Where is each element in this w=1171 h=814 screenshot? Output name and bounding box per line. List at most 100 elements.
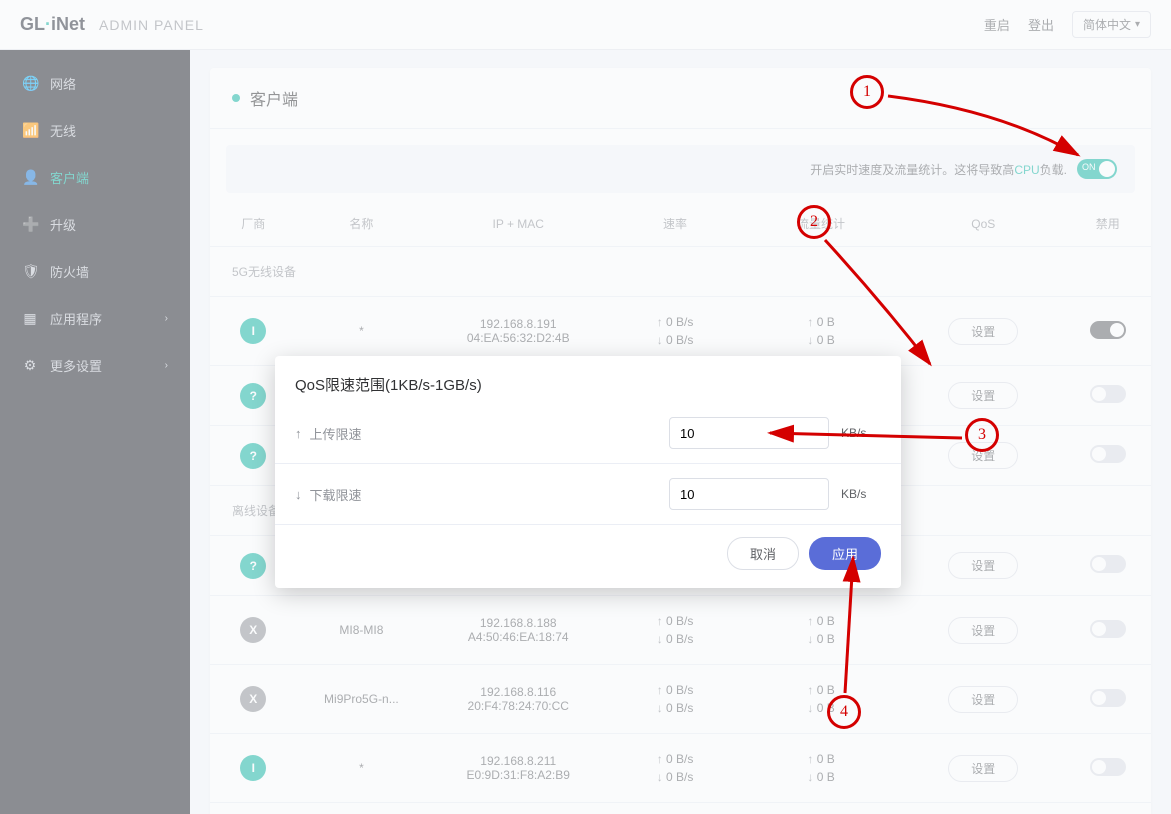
panel-label: ADMIN PANEL [99,17,204,33]
toggle-knob-icon [1092,691,1106,705]
qos-set-button[interactable]: 设置 [948,617,1018,644]
table-row: I*192.168.8.211E0:9D:31:F8:A2:B90 B/s0 B… [210,734,1151,803]
table-row: XMI8-MI8192.168.8.188A4:50:46:EA:18:740 … [210,596,1151,665]
toggle-knob-icon [1092,557,1106,571]
sidebar-item-label: 客户端 [50,168,89,187]
col-qos: QoS [902,201,1064,247]
disable-cell [1064,366,1151,426]
sidebar-item-apps[interactable]: ▦ 应用程序 › [0,295,190,342]
qos-set-button[interactable]: 设置 [948,318,1018,345]
vendor-badge: ? [240,383,266,409]
modal-footer: 取消 应用 [275,525,901,588]
sidebar-item-settings[interactable]: ⚙ 更多设置 › [0,342,190,389]
page-title: 客户端 [250,86,298,110]
user-icon: 👤 [22,169,38,186]
toggle-knob-icon [1092,387,1106,401]
vendor-badge: I [240,318,266,344]
disable-toggle[interactable] [1090,620,1126,638]
chevron-down-icon: ▾ [1135,19,1140,30]
toggle-on-label: ON [1082,162,1096,172]
gear-icon: ⚙ [22,357,38,374]
sidebar-item-label: 升级 [50,215,76,234]
col-name: 名称 [297,201,427,247]
qos-cell: 设置 [902,596,1064,665]
annotation-2: 2 [797,205,831,239]
sidebar-item-network[interactable]: 🌐 网络 [0,60,190,107]
sidebar-item-upgrade[interactable]: ➕ 升级 [0,201,190,248]
shield-icon: 🛡 [22,263,38,280]
download-label: 下载限速 [310,485,362,504]
chevron-right-icon: › [165,313,168,324]
qos-set-button[interactable]: 设置 [948,552,1018,579]
toggle-knob-icon [1099,161,1115,177]
modal-row-download: ↓ 下载限速 KB/s [275,464,901,525]
realtime-toggle[interactable]: ON [1077,159,1117,179]
brand-suffix: iNet [51,14,85,34]
stats-text: 开启实时速度及流量统计。这将导致高CPU负载. [810,161,1067,178]
ip-mac: 192.168.8.211E0:9D:31:F8:A2:B9 [426,734,610,803]
qos-modal: QoS限速范围(1KB/s-1GB/s) ↑ 上传限速 KB/s ↓ 下载限速 … [275,356,901,588]
qos-set-button[interactable]: 设置 [948,755,1018,782]
modal-title: QoS限速范围(1KB/s-1GB/s) [275,356,901,403]
qos-set-button[interactable]: 设置 [948,686,1018,713]
upload-limit-input[interactable] [669,417,829,449]
vendor-badge: ? [240,443,266,469]
reboot-link[interactable]: 重启 [984,15,1010,34]
sidebar-item-label: 防火墙 [50,262,89,281]
disable-toggle[interactable] [1090,445,1126,463]
col-ipmac: IP + MAC [426,201,610,247]
sidebar-item-label: 应用程序 [50,309,102,328]
sidebar-item-wireless[interactable]: 📶 无线 [0,107,190,154]
annotation-3: 3 [965,418,999,452]
table-section: 5G无线设备 [210,247,1151,297]
disable-cell [1064,426,1151,486]
qos-cell: 设置 [902,665,1064,734]
qos-set-button[interactable]: 设置 [948,382,1018,409]
unit-label: KB/s [841,426,881,440]
speed-cell: 0 B/s0 B/s [610,596,740,665]
card-header: 客户端 [210,68,1151,129]
brand-logo: GL·iNet [20,14,85,35]
toggle-knob-icon [1092,760,1106,774]
apply-button[interactable]: 应用 [809,537,881,570]
traffic-cell: 0 B0 B [740,734,902,803]
sidebar-item-label: 更多设置 [50,356,102,375]
sidebar-item-label: 网络 [50,74,76,93]
sidebar: 🌐 网络 📶 无线 👤 客户端 ➕ 升级 🛡 防火墙 ▦ 应用程序 › ⚙ 更多… [0,50,190,814]
col-speed: 速率 [610,201,740,247]
topbar: GL·iNet ADMIN PANEL 重启 登出 简体中文 ▾ [0,0,1171,50]
qos-cell: 设置 [902,366,1064,426]
annotation-4: 4 [827,695,861,729]
unit-label: KB/s [841,487,881,501]
client-name: Mi9Pro5G-n... [297,665,427,734]
chevron-right-icon: › [165,360,168,371]
logout-link[interactable]: 登出 [1028,15,1054,34]
modal-row-upload: ↑ 上传限速 KB/s [275,403,901,464]
disable-toggle[interactable] [1090,689,1126,707]
sidebar-item-clients[interactable]: 👤 客户端 [0,154,190,201]
qos-cell: 设置 [902,734,1064,803]
traffic-cell: 0 B0 B [740,596,902,665]
table-row: XMi9Pro5G-n...192.168.8.11620:F4:78:24:7… [210,665,1151,734]
vendor-badge: ? [240,553,266,579]
disable-cell [1064,536,1151,596]
language-select[interactable]: 简体中文 ▾ [1072,11,1151,38]
disable-toggle[interactable] [1090,555,1126,573]
cancel-button[interactable]: 取消 [727,537,799,570]
disable-toggle[interactable] [1090,758,1126,776]
speed-cell: 0 B/s0 B/s [610,665,740,734]
speed-cell: 0 B/s0 B/s [610,734,740,803]
grid-icon: ▦ [22,310,38,327]
language-label: 简体中文 [1083,16,1131,33]
annotation-1: 1 [850,75,884,109]
sidebar-item-firewall[interactable]: 🛡 防火墙 [0,248,190,295]
toggle-knob-icon [1110,323,1124,337]
vendor-badge: X [240,617,266,643]
brand-prefix: GL [20,14,45,34]
client-name: * [297,734,427,803]
toggle-knob-icon [1092,447,1106,461]
realtime-stats-bar: 开启实时速度及流量统计。这将导致高CPU负载. ON [226,145,1135,193]
download-limit-input[interactable] [669,478,829,510]
disable-toggle[interactable] [1090,321,1126,339]
disable-toggle[interactable] [1090,385,1126,403]
